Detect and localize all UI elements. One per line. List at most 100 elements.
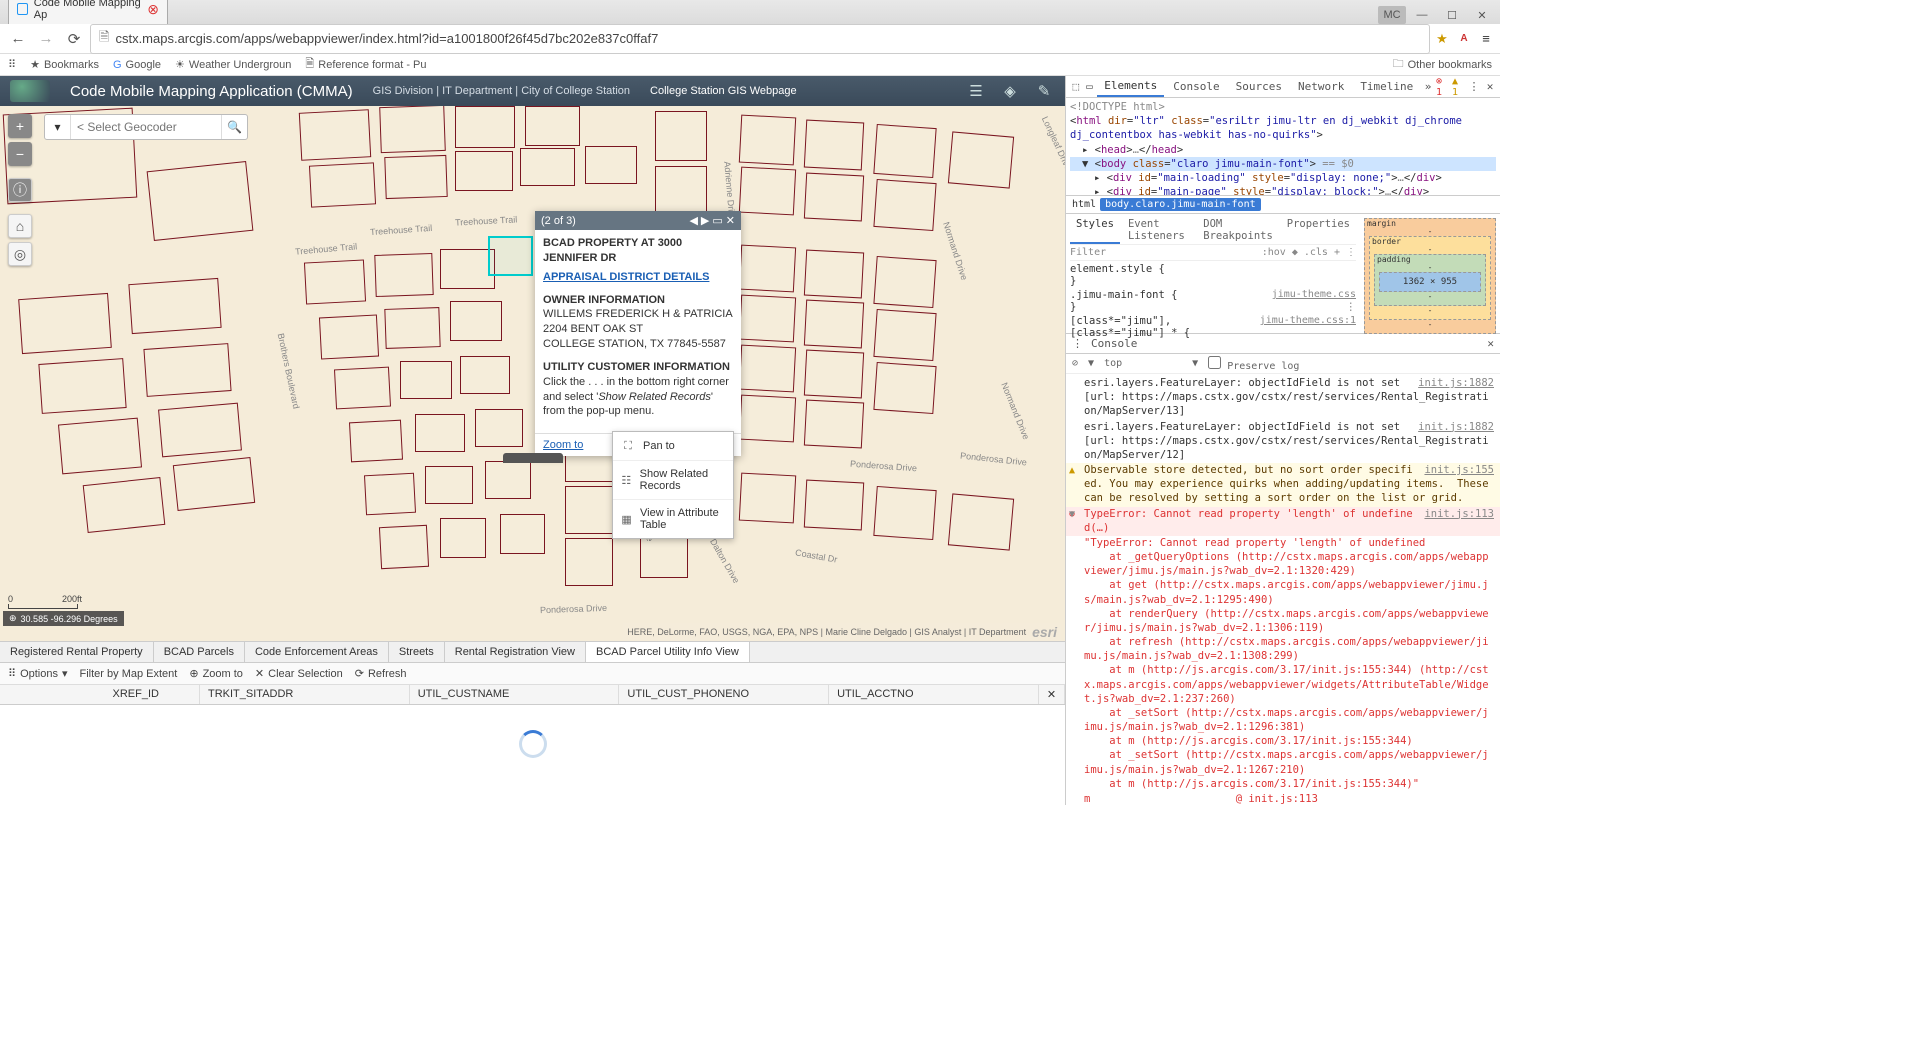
styles-tab[interactable]: Styles [1070, 216, 1120, 244]
popup-actions-menu: ⛶ Pan to ☷ Show Related Records ▦ View i… [612, 431, 734, 539]
styles-filter[interactable]: Filter [1070, 247, 1106, 258]
tab-timeline[interactable]: Timeline [1353, 77, 1420, 96]
listeners-tab[interactable]: Event Listeners [1122, 216, 1195, 244]
window-maximize-icon[interactable]: ☐ [1438, 6, 1466, 24]
info-button[interactable]: ⓘ [8, 178, 32, 202]
tab-streets[interactable]: Streets [389, 642, 445, 662]
elements-tree[interactable]: <!DOCTYPE html> <html dir="ltr" class="e… [1066, 98, 1500, 196]
measure-icon[interactable]: ✎ [1033, 80, 1055, 102]
zoom-out-button[interactable]: − [8, 142, 32, 166]
add-rule-icon[interactable]: + [1334, 247, 1340, 258]
filter-extent-button[interactable]: Filter by Map Extent [80, 668, 178, 680]
inspect-icon[interactable]: ⬚ [1070, 80, 1082, 93]
tab-console[interactable]: Console [1166, 77, 1226, 96]
menu-icon[interactable]: ≡ [1478, 31, 1494, 47]
col-custname[interactable]: UTIL_CUSTNAME [410, 685, 620, 704]
owner-addr2: COLLEGE STATION, TX 77845-5587 [543, 337, 733, 352]
view-attribute-item[interactable]: ▦ View in Attribute Table [613, 500, 733, 538]
map-canvas[interactable]: Treehouse Trail Treehouse Trail Treehous… [0, 106, 1065, 641]
device-icon[interactable]: ▭ [1084, 80, 1096, 93]
elements-breadcrumb[interactable]: html body.claro.jimu-main-font [1066, 196, 1500, 214]
app-subtitle: GIS Division | IT Department | City of C… [373, 85, 630, 97]
target-icon[interactable]: ⊕ [9, 613, 17, 624]
col-acct[interactable]: UTIL_ACCTNO [829, 685, 1039, 704]
bookmark-item[interactable]: 🗎 Reference format - Pu [305, 55, 426, 74]
preserve-log-checkbox[interactable]: Preserve log [1208, 356, 1299, 372]
browser-tab-strip: Code Mobile Mapping Ap ⊗ MC — ☐ ✕ [0, 0, 1500, 24]
apps-icon[interactable]: ⠿ [8, 58, 16, 71]
geocoder-search[interactable]: ▾ 🔍 [44, 114, 248, 140]
related-icon: ☷ [621, 473, 632, 487]
reload-button[interactable]: ⟳ [62, 27, 86, 51]
legend-icon[interactable]: ☰ [965, 80, 987, 102]
tab-sources[interactable]: Sources [1229, 77, 1289, 96]
popup-maximize-icon[interactable]: ▭ [712, 214, 722, 227]
tab-code-enforcement[interactable]: Code Enforcement Areas [245, 642, 389, 662]
search-icon[interactable]: 🔍 [221, 115, 247, 139]
console-menu-icon[interactable]: ⋮ [1072, 337, 1083, 350]
geocoder-dropdown[interactable]: ▾ [45, 115, 71, 139]
tab-elements[interactable]: Elements [1097, 76, 1164, 97]
console-output[interactable]: init.js:1882esri.layers.FeatureLayer: ob… [1066, 374, 1500, 805]
column-settings-icon[interactable]: ✕ [1039, 685, 1065, 704]
tab-registered-rental[interactable]: Registered Rental Property [0, 642, 154, 662]
refresh-button[interactable]: ⟳ Refresh [355, 667, 407, 680]
zoom-to-link[interactable]: Zoom to [543, 439, 583, 451]
zoom-to-button[interactable]: ⊕ Zoom to [189, 667, 243, 680]
clear-selection-button[interactable]: ✕ Clear Selection [255, 667, 343, 680]
other-bookmarks[interactable]: 🗀 Other bookmarks [1393, 55, 1492, 74]
cls-toggle[interactable]: .cls [1304, 247, 1328, 258]
console-close-icon[interactable]: ✕ [1487, 337, 1494, 350]
more-tabs-icon[interactable]: » [1422, 80, 1434, 93]
dom-bp-tab[interactable]: DOM Breakpoints [1197, 216, 1279, 244]
home-button[interactable]: ⌂ [8, 214, 32, 238]
css-rule[interactable]: element.style { } [1070, 263, 1356, 287]
popup-close-icon[interactable]: ✕ [726, 214, 735, 227]
star-icon[interactable]: ★ [1434, 31, 1450, 47]
bookmark-item[interactable]: ☀ Weather Undergroun [175, 58, 291, 71]
css-rule[interactable]: jimu-theme.css .jimu-main-font { ⋮ } [1070, 289, 1356, 313]
search-input[interactable] [71, 115, 221, 139]
devtools-close-icon[interactable]: ✕ [1484, 80, 1496, 93]
layers-icon[interactable]: ◈ [999, 80, 1021, 102]
selected-parcel [488, 236, 533, 276]
window-minimize-icon[interactable]: — [1408, 6, 1436, 24]
window-close-icon[interactable]: ✕ [1468, 6, 1496, 24]
devtools-menu-icon[interactable]: ⋮ [1468, 80, 1480, 93]
tab-bcad-parcels[interactable]: BCAD Parcels [154, 642, 245, 662]
owner-addr1: 2204 BENT OAK ST [543, 322, 733, 337]
zoom-in-button[interactable]: + [8, 114, 32, 138]
tab-bcad-utility[interactable]: BCAD Parcel Utility Info View [586, 642, 750, 662]
pan-to-item[interactable]: ⛶ Pan to [613, 432, 733, 461]
tab-close-icon[interactable]: ⊗ [147, 1, 159, 18]
col-sitaddr[interactable]: TRKIT_SITADDR [200, 685, 410, 704]
clear-console-icon[interactable]: ⊘ [1072, 358, 1078, 369]
popup-next-icon[interactable]: ▶ [701, 214, 709, 227]
app-link[interactable]: College Station GIS Webpage [650, 85, 797, 97]
styles-menu-icon[interactable]: ⋮ [1346, 247, 1356, 258]
filter-icon[interactable]: ▼ [1088, 358, 1094, 369]
props-tab[interactable]: Properties [1281, 216, 1356, 244]
popup-prev-icon[interactable]: ◀ [689, 214, 697, 227]
bookmark-item[interactable]: ★ Bookmarks [30, 58, 99, 71]
browser-tab[interactable]: Code Mobile Mapping Ap ⊗ [8, 0, 168, 24]
options-button[interactable]: ⠿ Options ▾ [8, 667, 68, 680]
pdf-icon[interactable]: A [1456, 31, 1472, 47]
tab-rental-reg-view[interactable]: Rental Registration View [445, 642, 586, 662]
popup-title: BCAD PROPERTY AT 3000 JENNIFER DR [543, 236, 733, 266]
profile-badge[interactable]: MC [1378, 6, 1406, 24]
col-phone[interactable]: UTIL_CUST_PHONENO [619, 685, 829, 704]
map-attribution: HERE, DeLorme, FAO, USGS, NGA, EPA, NPS … [623, 623, 1061, 641]
address-bar[interactable]: 🗎 cstx.maps.arcgis.com/apps/webappviewer… [90, 24, 1430, 54]
bookmark-item[interactable]: G Google [113, 59, 161, 71]
panel-toggle-handle[interactable] [503, 453, 563, 463]
hov-toggle[interactable]: :hov [1262, 247, 1286, 258]
esri-logo-icon: esri [1032, 624, 1057, 640]
show-related-item[interactable]: ☷ Show Related Records [613, 461, 733, 500]
tab-network[interactable]: Network [1291, 77, 1351, 96]
locate-button[interactable]: ◎ [8, 242, 32, 266]
box-model: margin- border- padding- 1362 × 955- - - [1360, 214, 1500, 333]
appraisal-link[interactable]: APPRAISAL DISTRICT DETAILS [543, 270, 733, 285]
col-xref[interactable]: XREF_ID [0, 685, 200, 704]
back-button[interactable]: ← [6, 27, 30, 51]
